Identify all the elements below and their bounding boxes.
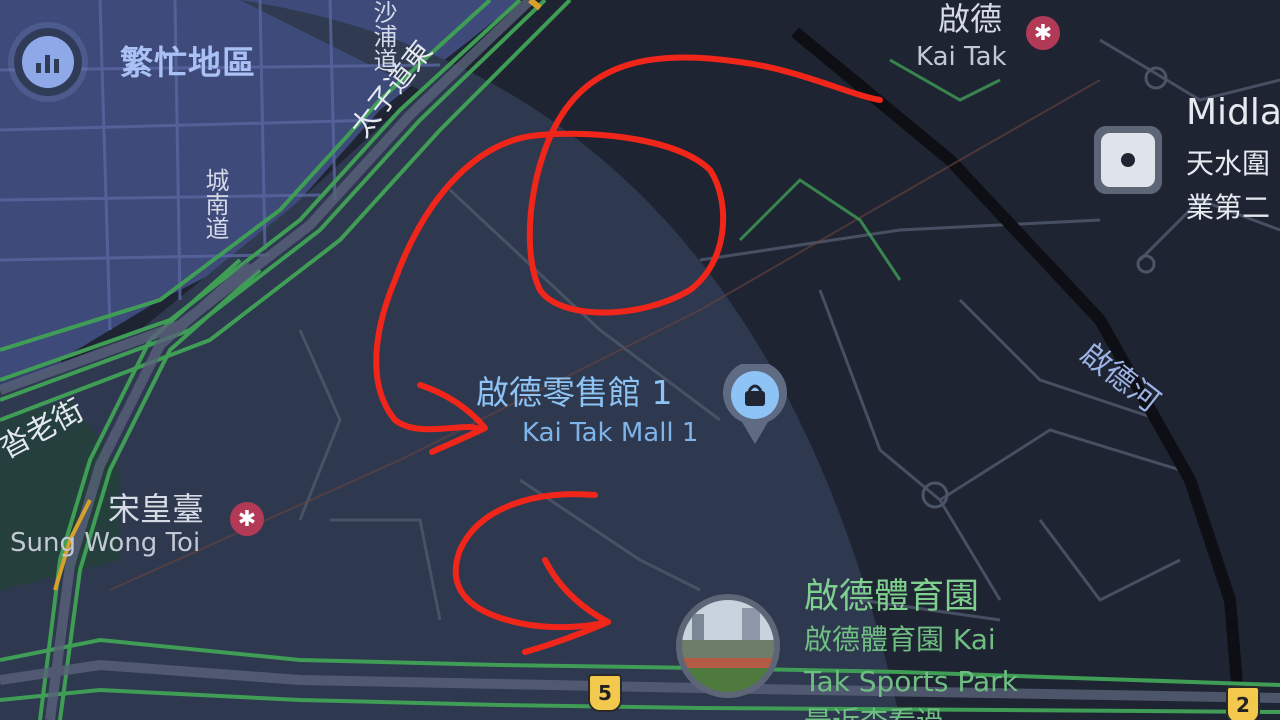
sports-park-line2: Tak Sports Park (804, 665, 1018, 698)
midland-label: Midla (1186, 92, 1280, 133)
map-canvas[interactable]: 繁忙地區 太子道東 沙浦道 城南道 沓老街 啟德河 啟德 ✱ Kai Tak M… (0, 0, 1280, 720)
station-kai-tak-zh: 啟德 (938, 0, 1003, 38)
street-sha-po: 沙浦道 (369, 0, 397, 72)
station-sung-wong-toi-en: Sung Wong Toi (10, 528, 201, 558)
shopping-bag-icon[interactable] (720, 360, 790, 446)
mall-name-zh[interactable]: 啟德零售館 1 (476, 366, 673, 414)
busy-area-button[interactable] (14, 28, 82, 96)
sports-park-title[interactable]: 啟德體育園 (804, 568, 979, 619)
sports-park-photo-pin[interactable] (676, 594, 780, 698)
midland-zh-line1: 天水圍 (1186, 147, 1271, 180)
mall-name-en[interactable]: Kai Tak Mall 1 (522, 418, 698, 448)
sports-park-line1: 啟德體育園 Kai (804, 623, 996, 656)
sports-park-line3: 最近査看過 (804, 702, 944, 720)
street-shing-nam: 城南道 (201, 168, 229, 240)
station-kai-tak-en: Kai Tak (916, 42, 1007, 72)
mtr-icon[interactable]: ✱ (1026, 16, 1060, 50)
station-sung-wong-toi-zh: 宋皇臺 (108, 490, 205, 528)
route-shield-2: 2 (1226, 686, 1260, 720)
place-marker-pin[interactable] (1094, 126, 1162, 194)
busy-area-label: 繁忙地區 (120, 43, 256, 82)
midland-zh-line2: 業第二 (1186, 191, 1271, 224)
route-shield-5: 5 (588, 674, 622, 712)
bar-chart-icon (22, 36, 74, 88)
mtr-icon[interactable]: ✱ (230, 502, 264, 536)
